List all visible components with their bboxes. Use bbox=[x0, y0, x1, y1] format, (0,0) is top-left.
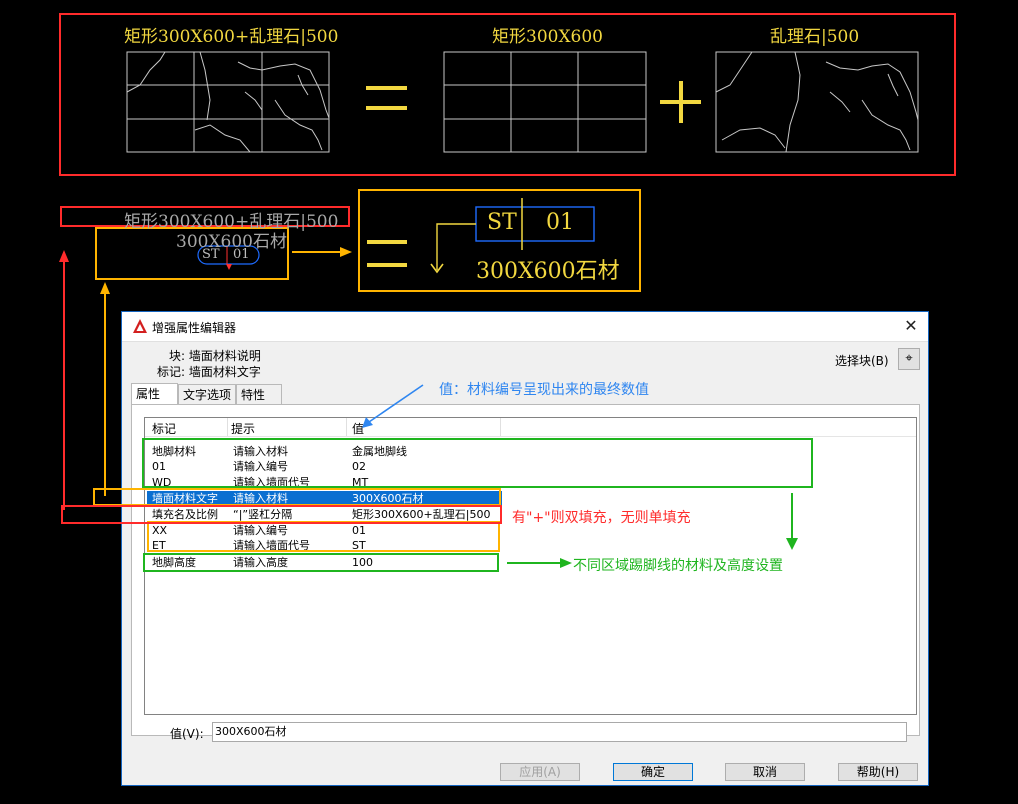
tag-number-middle: 01 bbox=[233, 247, 250, 262]
select-block-label: 选择块(B) bbox=[835, 354, 889, 368]
equals-sign-top bbox=[366, 86, 407, 110]
skirting-note: 不同区域踢脚线的材料及高度设置 bbox=[573, 558, 783, 574]
crosshair-pick-icon: ⌖ bbox=[905, 351, 913, 366]
value-label: 值(V): bbox=[170, 727, 204, 741]
column-header-prompt[interactable]: 提示 bbox=[231, 420, 255, 437]
help-button[interactable]: 帮助(H) bbox=[838, 763, 918, 781]
tag-marker bbox=[226, 264, 232, 270]
table-row-selected[interactable]: 墙面材料文字 请输入材料 300X600石材 bbox=[147, 491, 502, 507]
table-row[interactable]: ET 请输入墙面代号 ST bbox=[147, 538, 502, 554]
ok-button[interactable]: 确定 bbox=[613, 763, 693, 781]
tab-properties[interactable]: 特性 bbox=[236, 384, 282, 404]
table-row[interactable]: 01 请输入编号 02 bbox=[147, 459, 502, 475]
column-header-value[interactable]: 值 bbox=[352, 420, 364, 437]
table-row[interactable]: XX 请输入编号 01 bbox=[147, 523, 502, 539]
table-row[interactable]: 填充名及比例 “|”竖杠分隔 矩形300X600+乱理石|500 bbox=[147, 507, 502, 523]
result-material-text: 300X600石材 bbox=[476, 259, 620, 284]
column-header-tag[interactable]: 标记 bbox=[152, 420, 176, 437]
select-block-button[interactable]: ⌖ bbox=[898, 348, 920, 370]
tag-label: 标记: 墙面材料文字 bbox=[157, 365, 261, 379]
result-leader-arrow bbox=[436, 223, 476, 270]
apply-button[interactable]: 应用(A) bbox=[500, 763, 580, 781]
dialog-titlebar[interactable]: 增强属性编辑器 ✕ bbox=[122, 312, 928, 342]
table-row[interactable]: 地脚材料 请输入材料 金属地脚线 bbox=[147, 444, 502, 460]
close-button[interactable]: ✕ bbox=[900, 316, 922, 336]
material-text-middle: 300X600石材 bbox=[176, 232, 287, 252]
tag-code-middle: ST bbox=[202, 247, 220, 262]
close-icon: ✕ bbox=[904, 316, 918, 335]
table-row[interactable]: 地脚高度 请输入高度 100 bbox=[147, 555, 502, 571]
dialog-title: 增强属性编辑器 bbox=[152, 321, 237, 335]
value-field[interactable]: 300X600石材 bbox=[212, 722, 907, 742]
tab-attribute[interactable]: 属性 bbox=[131, 383, 178, 405]
attribute-tab-panel: 标记 提示 值 地脚材料 请输入材料 金属地脚线 01 请输入编号 02 WD … bbox=[131, 404, 920, 736]
result-tag-number: 01 bbox=[546, 210, 574, 235]
autocad-logo-icon bbox=[133, 319, 147, 333]
value-note: 值：材料编号呈现出来的最终数值 bbox=[439, 382, 649, 398]
stone-hatch-panel bbox=[715, 51, 919, 153]
block-label: 块: 墙面材料说明 bbox=[169, 349, 261, 363]
grid-header: 标记 提示 值 bbox=[145, 418, 916, 437]
tab-text-options[interactable]: 文字选项 bbox=[178, 384, 236, 404]
table-row[interactable]: WD 请输入墙面代号 MT bbox=[147, 475, 502, 491]
attribute-grid[interactable]: 标记 提示 值 地脚材料 请输入材料 金属地脚线 01 请输入编号 02 WD … bbox=[144, 417, 917, 715]
hatch-note: 有"+"则双填充，无则单填充 bbox=[512, 510, 691, 526]
cancel-button[interactable]: 取消 bbox=[725, 763, 805, 781]
combined-hatch-panel bbox=[126, 51, 330, 153]
result-tag-code: ST bbox=[487, 210, 517, 235]
rect-hatch-panel bbox=[443, 51, 647, 153]
plus-sign-top bbox=[660, 81, 701, 123]
equals-sign-result bbox=[367, 240, 407, 267]
